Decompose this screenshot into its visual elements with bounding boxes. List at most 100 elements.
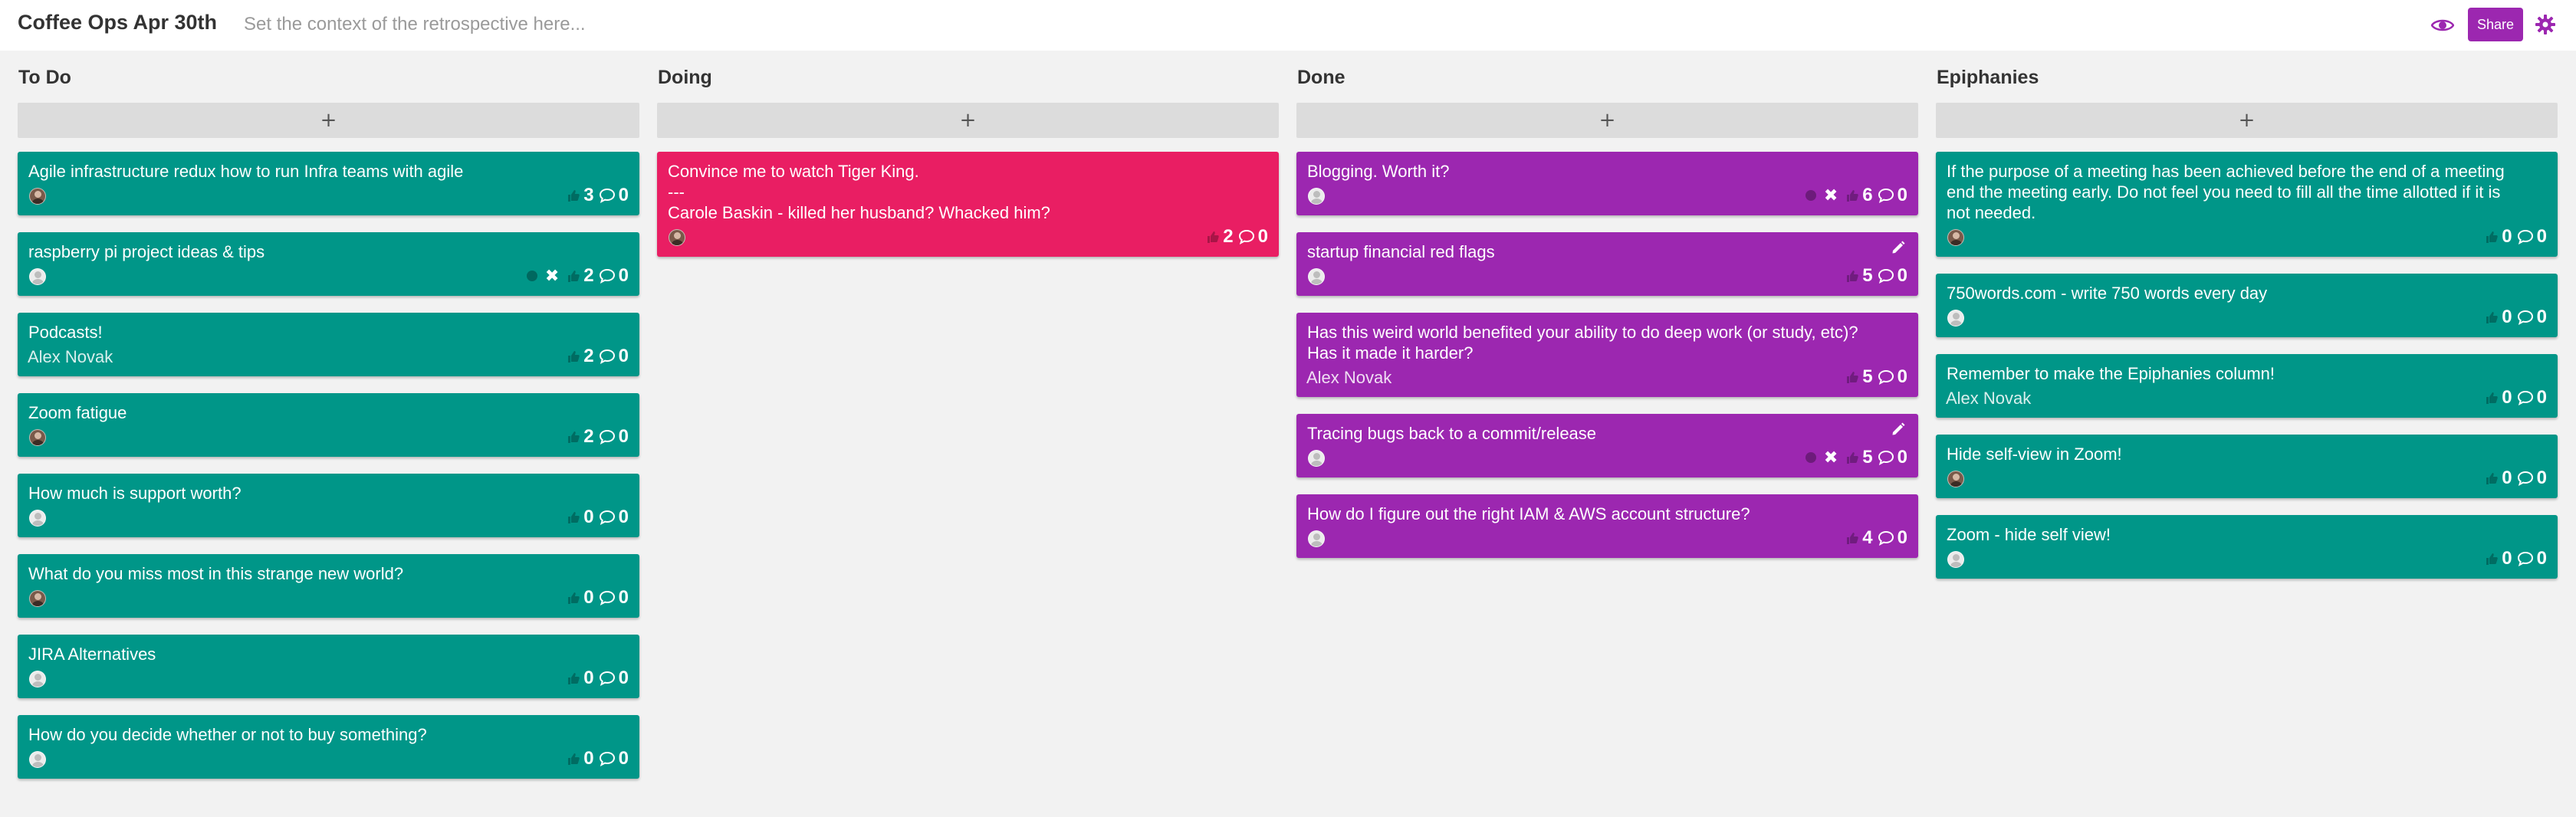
vote-button[interactable]: 0	[567, 587, 598, 609]
avatar	[1947, 471, 1964, 487]
remove-vote-icon[interactable]: ✖	[545, 266, 559, 286]
retro-card[interactable]: What do you miss most in this strange ne…	[18, 554, 639, 618]
retro-card[interactable]: How do I figure out the right IAM & AWS …	[1296, 494, 1918, 558]
card-list: Convince me to watch Tiger King. --- Car…	[657, 152, 1279, 257]
remove-vote-icon[interactable]: ✖	[1824, 185, 1838, 205]
avatar	[29, 429, 46, 446]
vote-button[interactable]: 2	[1206, 226, 1237, 248]
retro-card[interactable]: Hide self-view in Zoom! 0 0	[1936, 435, 2558, 498]
retro-card[interactable]: How much is support worth? 0 0	[18, 474, 639, 537]
comments-button[interactable]: 0	[599, 507, 629, 528]
comments-button[interactable]: 0	[599, 668, 629, 689]
vote-count: 0	[583, 587, 594, 608]
comments-button[interactable]: 0	[599, 426, 629, 448]
add-card-button[interactable]: +	[1936, 103, 2558, 138]
vote-count: 6	[1862, 185, 1873, 205]
vote-count: 2	[583, 265, 594, 286]
comments-button[interactable]: 0	[599, 346, 629, 367]
card-footer: 00	[28, 748, 629, 771]
comments-button[interactable]: 0	[2517, 226, 2547, 248]
board-title: Coffee Ops Apr 30th	[18, 11, 218, 34]
vote-button[interactable]: 0	[567, 507, 598, 528]
card-text: Blogging. Worth it?	[1307, 162, 1450, 181]
vote-button[interactable]: 0	[2485, 548, 2516, 569]
comments-button[interactable]: 0	[2517, 387, 2547, 408]
retro-card[interactable]: raspberry pi project ideas & tips ✖ 2 0	[18, 232, 639, 296]
thumbs-up-icon	[567, 752, 580, 766]
comments-button[interactable]: 0	[2517, 307, 2547, 328]
comments-button[interactable]: 0	[599, 265, 629, 287]
add-card-button[interactable]: +	[657, 103, 1279, 138]
vote-count: 2	[583, 346, 594, 366]
vote-button[interactable]: 0	[2485, 387, 2516, 408]
vote-button[interactable]: 3	[567, 185, 598, 206]
comments-button[interactable]: 0	[599, 185, 629, 206]
comment-count: 0	[618, 507, 629, 527]
comment-bubble-icon	[1878, 369, 1894, 385]
card-author: Alex Novak	[28, 347, 113, 366]
eye-icon[interactable]	[2429, 14, 2456, 37]
retro-card[interactable]: If the purpose of a meeting has been ach…	[1936, 152, 2558, 257]
vote-count: 2	[1223, 226, 1234, 247]
add-card-button[interactable]: +	[1296, 103, 1918, 138]
comments-button[interactable]: 0	[1878, 366, 1907, 388]
vote-button[interactable]: 2	[567, 346, 598, 367]
vote-button[interactable]: 6	[1845, 185, 1877, 206]
column-doing: Doing + Convince me to watch Tiger King. -…	[657, 64, 1279, 274]
gear-icon[interactable]	[2532, 11, 2559, 38]
vote-button[interactable]: 5	[1845, 366, 1877, 388]
comments-button[interactable]: 0	[599, 587, 629, 609]
retro-card[interactable]: Agile infrastructure redux how to run In…	[18, 152, 639, 215]
thumbs-up-icon	[567, 189, 580, 202]
comments-button[interactable]: 0	[1238, 226, 1268, 248]
vote-button[interactable]: 0	[567, 748, 598, 769]
thumbs-up-icon	[2485, 230, 2499, 244]
retro-card[interactable]: Zoom fatigue 2 0	[18, 393, 639, 457]
avatar	[1947, 310, 1964, 326]
retro-card[interactable]: Podcasts! Alex Novak 2 0	[18, 313, 639, 376]
vote-button[interactable]: 0	[2485, 468, 2516, 489]
pencil-icon[interactable]	[1891, 422, 1906, 437]
comments-button[interactable]: 0	[599, 748, 629, 769]
vote-button[interactable]: 2	[567, 265, 598, 287]
retro-card[interactable]: Blogging. Worth it? ✖ 6 0	[1296, 152, 1918, 215]
comment-count: 0	[2536, 387, 2547, 408]
vote-button[interactable]: 0	[2485, 307, 2516, 328]
card-stats: 30	[567, 185, 629, 206]
retro-card[interactable]: startup financial red flags 5 0	[1296, 232, 1918, 296]
card-stats: 00	[2485, 468, 2547, 489]
retro-card[interactable]: Tracing bugs back to a commit/release ✖ 5 0	[1296, 414, 1918, 477]
card-author: Alex Novak	[1306, 368, 1392, 387]
retro-card[interactable]: Zoom - hide self view! 0 0	[1936, 515, 2558, 579]
comments-button[interactable]: 0	[2517, 468, 2547, 489]
retro-card[interactable]: Convince me to watch Tiger King. --- Car…	[657, 152, 1279, 257]
remove-vote-icon[interactable]: ✖	[1824, 448, 1838, 468]
retro-card[interactable]: Has this weird world benefited your abil…	[1296, 313, 1918, 397]
comments-button[interactable]: 0	[1878, 447, 1907, 468]
context-input[interactable]	[244, 9, 857, 40]
pencil-icon[interactable]	[1891, 240, 1906, 255]
vote-button[interactable]: 5	[1845, 265, 1877, 287]
comments-button[interactable]: 0	[2517, 548, 2547, 569]
comments-button[interactable]: 0	[1878, 265, 1907, 287]
vote-button[interactable]: 2	[567, 426, 598, 448]
share-button[interactable]: Share	[2468, 8, 2523, 41]
retro-card[interactable]: Remember to make the Epiphanies column! A…	[1936, 354, 2558, 418]
retro-card[interactable]: How do you decide whether or not to buy …	[18, 715, 639, 779]
vote-button[interactable]: 5	[1845, 447, 1877, 468]
comments-button[interactable]: 0	[1878, 527, 1907, 549]
retro-card[interactable]: 750words.com - write 750 words every day…	[1936, 274, 2558, 337]
retro-card[interactable]: JIRA Alternatives 0 0	[18, 635, 639, 698]
comment-bubble-icon	[599, 590, 616, 605]
comments-button[interactable]: 0	[1878, 185, 1907, 206]
vote-count: 5	[1862, 447, 1873, 468]
vote-button[interactable]: 0	[567, 668, 598, 689]
vote-button[interactable]: 4	[1845, 527, 1877, 549]
card-text: Zoom - hide self view!	[1947, 525, 2111, 544]
comment-count: 0	[1897, 527, 1907, 548]
comment-count: 0	[618, 426, 629, 447]
vote-button[interactable]: 0	[2485, 226, 2516, 248]
add-card-button[interactable]: +	[18, 103, 639, 138]
vote-count: 0	[2502, 226, 2512, 247]
comment-count: 0	[618, 748, 629, 769]
